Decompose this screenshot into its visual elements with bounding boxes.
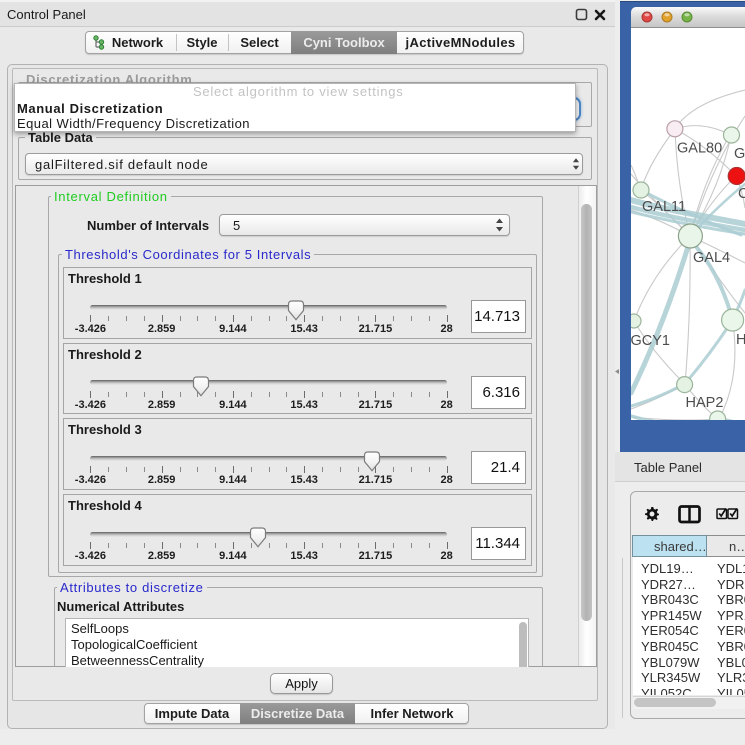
svg-text:G.: G. [734,146,745,162]
svg-text:C: C [738,186,745,202]
svg-text:H: H [736,332,745,348]
svg-text:GCY1: GCY1 [631,333,670,349]
svg-text:GAL4: GAL4 [693,250,730,266]
svg-text:HAP2: HAP2 [686,395,724,411]
svg-text:GAL11: GAL11 [642,199,686,215]
svg-text:GAL80: GAL80 [677,141,722,157]
